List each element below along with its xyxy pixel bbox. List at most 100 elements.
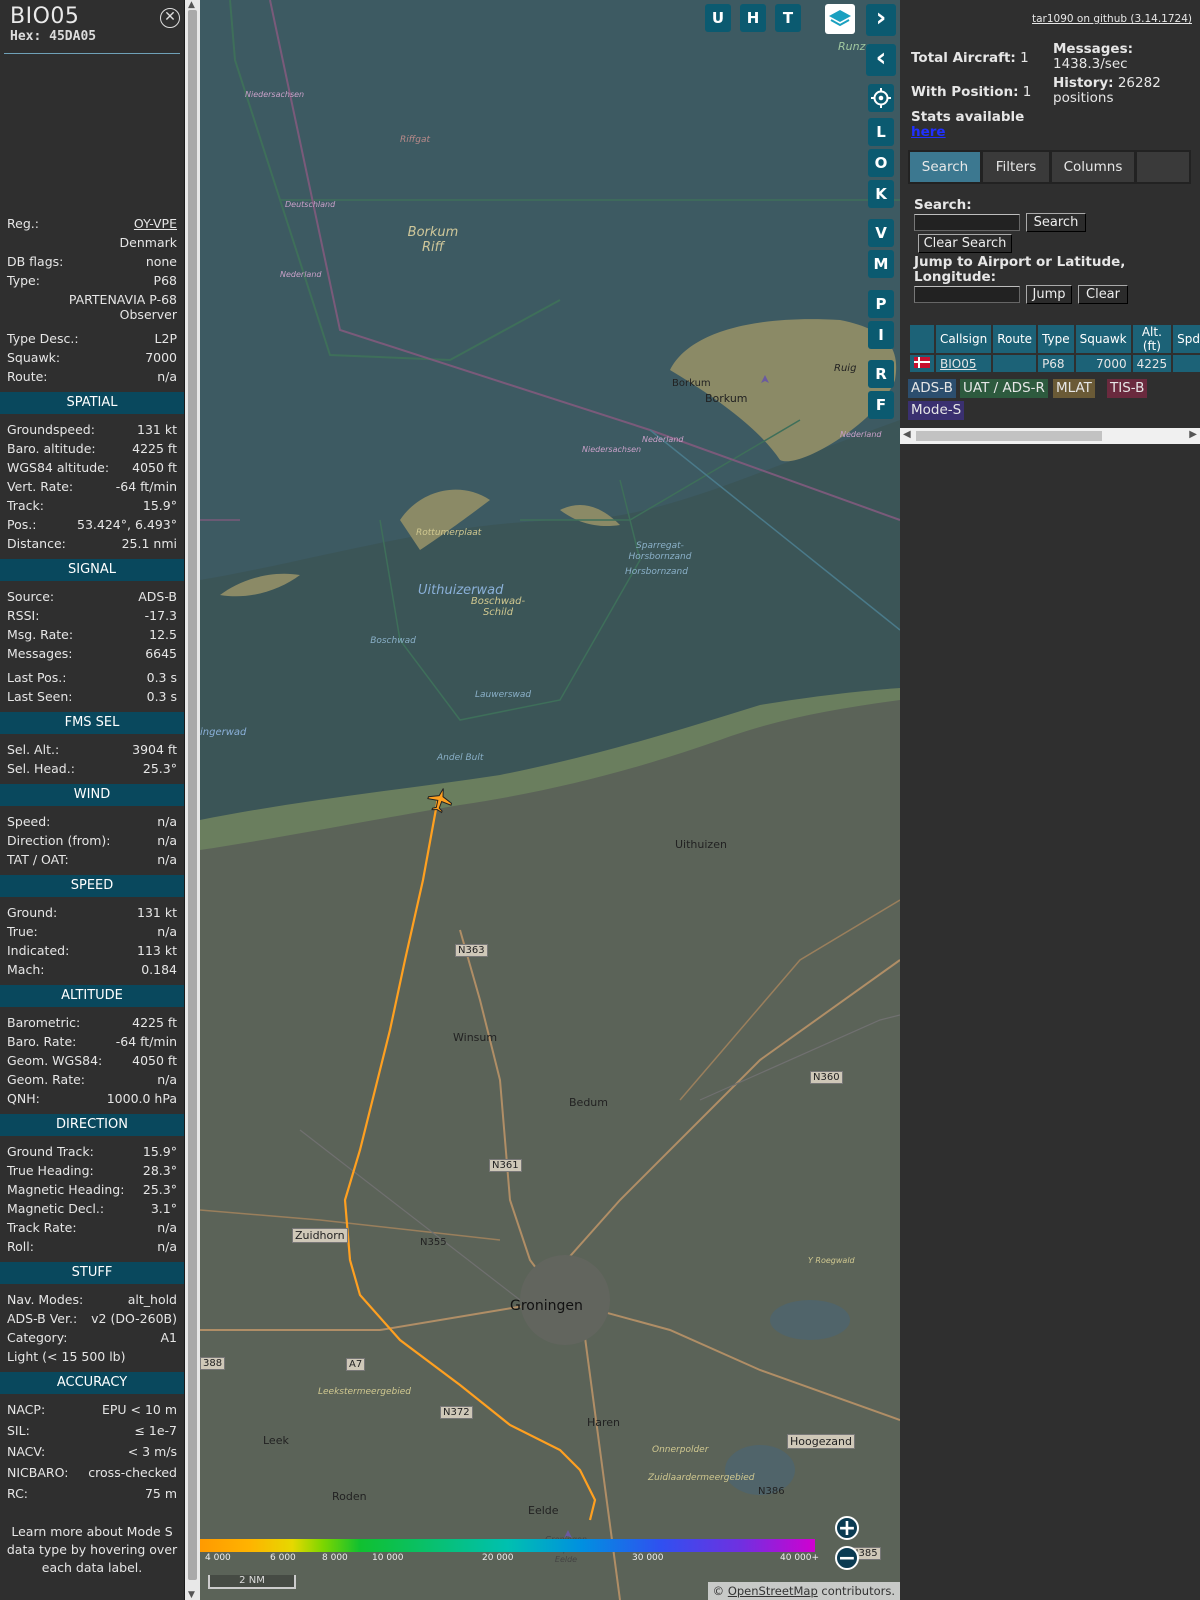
map-button-o[interactable]: O (868, 149, 894, 177)
info-label[interactable]: Geom. WGS84: (7, 1051, 102, 1070)
column-flag[interactable] (910, 325, 934, 353)
info-label[interactable]: Vert. Rate: (7, 477, 73, 496)
jump-input[interactable] (914, 286, 1020, 303)
registration-link[interactable]: OY-VPE (134, 214, 177, 233)
map-view[interactable]: Riffgat Borkum Riff Borkum Borkum Niedersach… (200, 0, 900, 1600)
info-label[interactable]: Sel. Head.: (7, 759, 75, 778)
legend-badge-mlat[interactable]: MLAT (1053, 379, 1095, 398)
tab-search[interactable]: Search (910, 152, 980, 182)
info-label[interactable]: Magnetic Decl.: (7, 1199, 104, 1218)
info-label[interactable]: SIL: (7, 1421, 30, 1442)
stats-here-link[interactable]: here (911, 124, 946, 140)
info-label[interactable]: Ground: (7, 903, 57, 922)
info-panel-scrollbar[interactable]: ▲ ▼ (185, 0, 200, 1600)
search-button[interactable]: Search (1026, 213, 1086, 232)
table-horizontal-scrollbar[interactable]: ◀ ▶ (900, 428, 1200, 444)
column-callsign[interactable]: Callsign (936, 325, 992, 353)
tab-filters[interactable]: Filters (983, 152, 1049, 182)
scroll-right-icon[interactable]: ▶ (1189, 429, 1197, 440)
scroll-down-icon[interactable]: ▼ (188, 1590, 195, 1600)
column-type[interactable]: Type (1038, 325, 1074, 353)
github-link[interactable]: tar1090 on github (3.14.1724) (1032, 13, 1192, 25)
info-label[interactable]: Category: (7, 1328, 67, 1347)
info-label[interactable]: Baro. Rate: (7, 1032, 76, 1051)
info-label[interactable]: WGS84 altitude: (7, 458, 109, 477)
gear-icon[interactable] (868, 84, 894, 112)
legend-badge-uat-ads-r[interactable]: UAT / ADS-R (960, 379, 1048, 398)
prev-arrow-icon[interactable]: ‹ (866, 44, 896, 76)
map-button-v[interactable]: V (868, 219, 894, 247)
clear-button[interactable]: Clear (1078, 285, 1128, 304)
route-cell (993, 355, 1037, 372)
info-label[interactable]: Barometric: (7, 1013, 80, 1032)
scrollbar-thumb[interactable] (916, 431, 1102, 441)
map-button-i[interactable]: I (868, 321, 894, 349)
info-label[interactable]: Magnetic Heading: (7, 1180, 124, 1199)
info-label[interactable]: Geom. Rate: (7, 1070, 85, 1089)
info-label[interactable]: NICBARO: (7, 1463, 68, 1484)
info-label[interactable]: Source: (7, 587, 54, 606)
info-label[interactable]: TAT / OAT: (7, 850, 69, 869)
info-label[interactable]: Groundspeed: (7, 420, 95, 439)
info-label[interactable]: Roll: (7, 1237, 34, 1256)
legend-badge-mode-s[interactable]: Mode-S (908, 401, 965, 420)
info-label[interactable]: Distance: (7, 534, 66, 553)
column-squawk[interactable]: Squawk (1075, 325, 1131, 353)
layers-icon[interactable] (825, 4, 855, 34)
osm-link[interactable]: OpenStreetMap (728, 1584, 818, 1598)
info-label[interactable]: Nav. Modes: (7, 1290, 83, 1309)
info-label[interactable]: Light (< 15 500 lb) (7, 1347, 126, 1366)
info-label[interactable]: True: (7, 922, 38, 941)
info-label[interactable]: True Heading: (7, 1161, 94, 1180)
map-button-h[interactable]: H (740, 4, 766, 32)
map-place-label: Nederland (280, 270, 322, 279)
info-label[interactable]: NACP: (7, 1400, 45, 1421)
info-label[interactable]: Direction (from): (7, 831, 111, 850)
info-label[interactable]: ADS-B Ver.: (7, 1309, 77, 1328)
legend-badge-tis-b[interactable]: TIS-B (1107, 379, 1148, 398)
info-label[interactable]: Track Rate: (7, 1218, 77, 1237)
map-button-m[interactable]: M (868, 250, 894, 278)
search-input[interactable] (914, 214, 1020, 231)
info-label[interactable]: Last Seen: (7, 687, 72, 706)
info-label[interactable]: Ground Track: (7, 1142, 94, 1161)
table-row[interactable]: BIO05 P68 7000 4225 (910, 355, 1200, 372)
map-button-k[interactable]: K (868, 180, 894, 208)
map-button-l[interactable]: L (868, 118, 894, 146)
info-label[interactable]: NACV: (7, 1442, 45, 1463)
scrollbar-thumb[interactable] (188, 10, 197, 1580)
info-label[interactable]: Mach: (7, 960, 44, 979)
map-button-r[interactable]: R (868, 360, 894, 388)
map-button-u[interactable]: U (705, 4, 731, 32)
map-button-f[interactable]: F (868, 391, 894, 419)
info-label[interactable]: RSSI: (7, 606, 39, 625)
info-label[interactable]: Track: (7, 496, 44, 515)
callsign-link[interactable]: BIO05 (940, 357, 977, 371)
jump-button[interactable]: Jump (1026, 285, 1072, 304)
map-button-t[interactable]: T (775, 4, 801, 32)
column-route[interactable]: Route (993, 325, 1037, 353)
map-canvas[interactable] (200, 0, 900, 1600)
info-label[interactable]: Msg. Rate: (7, 625, 73, 644)
clear-search-button[interactable]: Clear Search (918, 234, 1012, 253)
info-label[interactable]: Pos.: (7, 515, 36, 534)
info-label[interactable]: Last Pos.: (7, 668, 66, 687)
info-label[interactable]: Sel. Alt.: (7, 740, 59, 759)
column-altitude[interactable]: Alt. (ft) (1132, 325, 1172, 353)
map-button-p[interactable]: P (868, 290, 894, 318)
info-label[interactable]: QNH: (7, 1089, 40, 1108)
info-label[interactable]: Baro. altitude: (7, 439, 96, 458)
zoom-in-button[interactable]: + (835, 1516, 859, 1540)
info-label[interactable]: Indicated: (7, 941, 69, 960)
next-arrow-icon[interactable]: › (866, 4, 896, 36)
tab-columns[interactable]: Columns (1052, 152, 1134, 182)
info-label[interactable]: Speed: (7, 812, 50, 831)
info-label[interactable]: Messages: (7, 644, 73, 663)
info-label[interactable]: RC: (7, 1484, 28, 1505)
column-speed[interactable]: Spd. (1173, 325, 1200, 353)
close-icon[interactable]: ✕ (160, 8, 180, 28)
scroll-up-icon[interactable]: ▲ (188, 0, 195, 10)
scroll-left-icon[interactable]: ◀ (903, 429, 911, 440)
legend-badge-ads-b[interactable]: ADS-B (908, 379, 956, 398)
callsign-cell[interactable]: BIO05 (936, 355, 992, 372)
